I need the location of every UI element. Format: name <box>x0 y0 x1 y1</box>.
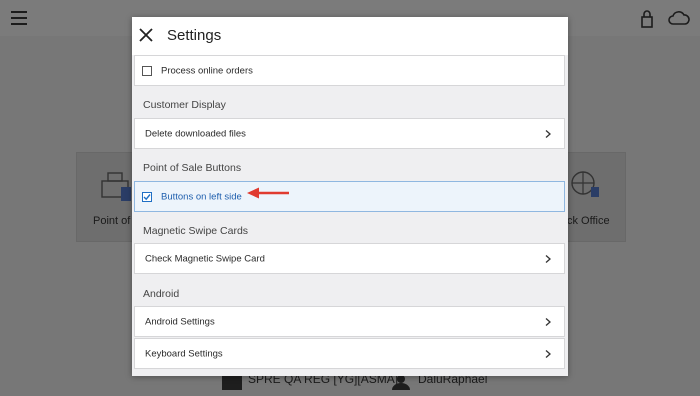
chevron-right-icon <box>545 317 551 326</box>
checkmark-icon <box>143 193 151 200</box>
globe-plug-icon <box>571 171 599 197</box>
android-settings-label: Android Settings <box>145 316 215 327</box>
android-settings-row[interactable]: Android Settings <box>134 306 565 337</box>
lock-icon[interactable] <box>638 9 656 29</box>
process-online-orders-row[interactable]: Process online orders <box>134 55 565 86</box>
process-online-orders-checkbox[interactable] <box>142 65 152 76</box>
chevron-right-icon <box>545 349 551 358</box>
close-icon[interactable] <box>138 27 154 43</box>
check-magnetic-swipe-card-label: Check Magnetic Swipe Card <box>145 253 265 264</box>
store-icon <box>222 374 242 390</box>
cloud-icon[interactable] <box>668 10 690 26</box>
point-of-sale-card[interactable]: Point of S <box>76 152 141 242</box>
chevron-right-icon <box>545 254 551 263</box>
delete-downloaded-files-row[interactable]: Delete downloaded files <box>134 118 565 149</box>
annotation-arrow-icon <box>247 187 289 199</box>
back-office-card[interactable]: ck Office <box>566 152 626 242</box>
dialog-title: Settings <box>167 27 222 44</box>
menu-icon[interactable] <box>11 11 27 25</box>
user-icon <box>392 375 410 390</box>
section-android: Android <box>143 288 180 300</box>
chevron-right-icon <box>545 129 551 138</box>
section-magnetic-swipe-cards: Magnetic Swipe Cards <box>143 225 249 237</box>
buttons-on-left-side-checkbox[interactable] <box>142 191 152 202</box>
dialog-header: Settings <box>132 17 568 55</box>
buttons-on-left-side-label: Buttons on left side <box>161 191 242 202</box>
section-customer-display: Customer Display <box>143 99 226 111</box>
section-point-of-sale-buttons: Point of Sale Buttons <box>143 162 242 174</box>
process-online-orders-label: Process online orders <box>161 65 253 76</box>
keyboard-settings-row[interactable]: Keyboard Settings <box>134 338 565 369</box>
delete-downloaded-files-label: Delete downloaded files <box>145 128 246 139</box>
keyboard-settings-label: Keyboard Settings <box>145 348 223 359</box>
back-office-label: ck Office <box>567 215 610 227</box>
settings-dialog: Settings Process online orders Customer … <box>132 17 568 376</box>
check-magnetic-swipe-card-row[interactable]: Check Magnetic Swipe Card <box>134 243 565 274</box>
buttons-on-left-side-row[interactable]: Buttons on left side <box>134 181 565 212</box>
register-icon <box>101 172 131 201</box>
